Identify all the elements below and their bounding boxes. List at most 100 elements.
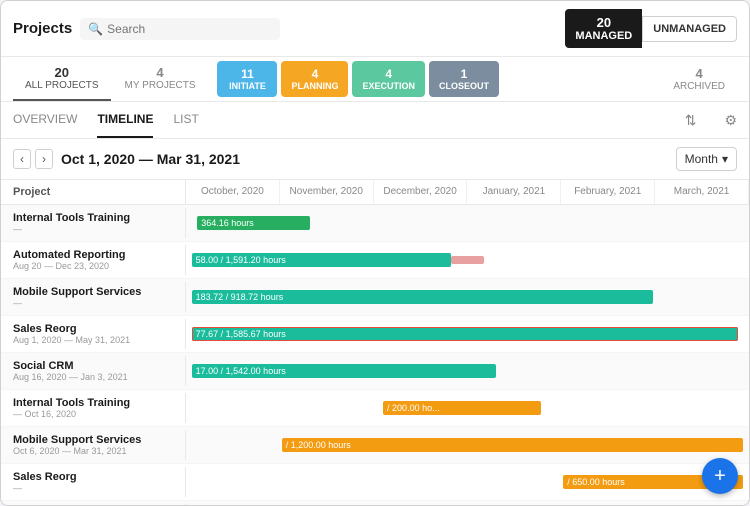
gear-icon[interactable]: ⚙	[724, 112, 737, 129]
managed-button[interactable]: 20 MANAGED	[565, 9, 642, 48]
row-label: Internal Tools Training — Oct 16, 2020	[1, 393, 186, 423]
project-date: —	[13, 224, 173, 234]
archived-label: ARCHIVED	[673, 81, 725, 92]
row-chart: 58.00 / 1,591.20 hours	[186, 242, 749, 278]
search-box[interactable]: 🔍	[80, 18, 280, 40]
planning-count: 4	[312, 67, 319, 81]
row-chart: / 200.00 ho...	[186, 390, 749, 426]
unmanaged-button[interactable]: UNMANAGED	[642, 16, 737, 42]
row-chart: 364.16 hours	[186, 205, 749, 241]
gantt-bar[interactable]: 364.16 hours	[197, 216, 310, 230]
row-label: Sales Reorg Aug 1, 2020 — May 31, 2021	[1, 319, 186, 349]
gantt-bar[interactable]: 58.00 / 1,591.20 hours	[192, 253, 451, 267]
execution-count: 4	[385, 67, 392, 81]
date-range: Oct 1, 2020 — Mar 31, 2021	[61, 151, 240, 167]
tab-archived[interactable]: 4 ARCHIVED	[661, 58, 737, 100]
sub-nav: OVERVIEW TIMELINE LIST ⇅ ⚙	[1, 102, 749, 139]
closeout-count: 1	[461, 67, 468, 81]
closeout-label: CLOSEOUT	[439, 81, 489, 91]
project-name: Mobile Support Services	[13, 434, 173, 446]
tab-planning[interactable]: 4 PLANNING	[281, 61, 348, 97]
gantt-bar[interactable]: / 1,200.00 hours	[282, 438, 744, 452]
sort-icon[interactable]: ⇅	[685, 112, 697, 129]
gantt-bar[interactable]: 183.72 / 918.72 hours	[192, 290, 654, 304]
initiate-count: 11	[241, 67, 254, 81]
project-column-header: Project	[1, 180, 186, 204]
chevron-down-icon: ▾	[722, 152, 728, 166]
all-projects-label: ALL PROJECTS	[25, 80, 99, 91]
my-projects-count: 4	[156, 65, 163, 80]
tab-bar: 20 ALL PROJECTS 4 MY PROJECTS 11 INITIAT…	[1, 57, 749, 102]
gantt-rows: Internal Tools Training — 364.16 hours A…	[1, 205, 749, 505]
sub-nav-timeline[interactable]: TIMELINE	[97, 102, 153, 138]
fab-add-button[interactable]: +	[702, 458, 738, 494]
row-chart: / 1,200.00 hours	[186, 427, 749, 463]
gantt-area: Project October, 2020 November, 2020 Dec…	[1, 180, 749, 505]
tab-initiate[interactable]: 11 INITIATE	[217, 61, 277, 97]
gantt-bar[interactable]: 17.00 / 1,542.00 hours	[192, 364, 496, 378]
table-row: Mobile Support Services — 183.72 / 918.7…	[1, 279, 749, 316]
row-label: Automated Reporting Aug 20 — Dec 23, 202…	[1, 245, 186, 275]
month-dropdown[interactable]: Month ▾	[676, 147, 737, 171]
row-label: Internal Tools Training —	[1, 208, 186, 238]
month-col-0: October, 2020	[186, 180, 280, 204]
view-mode-label: Month	[685, 152, 718, 166]
row-chart: / 400.00 hours	[186, 501, 749, 505]
initiate-label: INITIATE	[229, 81, 266, 91]
project-date: Oct 6, 2020 — Mar 31, 2021	[13, 446, 173, 456]
month-col-4: February, 2021	[561, 180, 655, 204]
phase-tabs: 11 INITIATE 4 PLANNING 4 EXECUTION 1 CLO…	[217, 61, 499, 97]
gantt-bar-secondary	[451, 256, 485, 264]
table-row: Mobile Support Services Oct 6, 2020 — Ma…	[1, 427, 749, 464]
row-label: Mobile Support Services Oct 6, 2020 — Ma…	[1, 430, 186, 460]
tab-my-projects[interactable]: 4 MY PROJECTS	[113, 57, 208, 101]
row-label: Social CRM Aug 16, 2020 — Jan 3, 2021	[1, 356, 186, 386]
project-name: Social CRM	[13, 360, 173, 372]
table-row: Sales Reorg Aug 1, 2020 — May 31, 2021 7…	[1, 316, 749, 353]
month-col-2: December, 2020	[374, 180, 468, 204]
next-button[interactable]: ›	[35, 149, 53, 169]
search-input[interactable]	[107, 22, 272, 36]
tab-execution[interactable]: 4 EXECUTION	[352, 61, 425, 97]
app-container: Projects 🔍 20 MANAGED UNMANAGED 20 ALL P…	[0, 0, 750, 506]
project-name: Internal Tools Training	[13, 397, 173, 409]
row-label: Social CRM —	[1, 504, 186, 505]
row-chart: 17.00 / 1,542.00 hours	[186, 353, 749, 389]
search-icon: 🔍	[88, 22, 103, 36]
tab-all-projects[interactable]: 20 ALL PROJECTS	[13, 57, 111, 101]
row-label: Mobile Support Services —	[1, 282, 186, 312]
project-date: —	[13, 483, 173, 493]
gantt-bar-outline	[192, 327, 738, 341]
execution-label: EXECUTION	[362, 81, 415, 91]
app-title: Projects	[13, 20, 72, 37]
nav-arrows: ‹ ›	[13, 149, 53, 169]
managed-count: 20	[575, 15, 632, 30]
row-label: Sales Reorg —	[1, 467, 186, 497]
project-date: — Oct 16, 2020	[13, 409, 173, 419]
table-row: Social CRM — / 400.00 hours	[1, 501, 749, 505]
project-date: —	[13, 298, 173, 308]
sub-nav-overview[interactable]: OVERVIEW	[13, 102, 77, 138]
managed-label: MANAGED	[575, 30, 632, 42]
project-name: Mobile Support Services	[13, 286, 173, 298]
project-date: Aug 16, 2020 — Jan 3, 2021	[13, 372, 173, 382]
prev-button[interactable]: ‹	[13, 149, 31, 169]
row-chart: 77.67 / 1,585.67 hours	[186, 316, 749, 352]
table-row: Internal Tools Training — Oct 16, 2020 /…	[1, 390, 749, 427]
gantt-columns-header: Project October, 2020 November, 2020 Dec…	[1, 180, 749, 205]
table-row: Sales Reorg — / 650.00 hours	[1, 464, 749, 501]
project-name: Internal Tools Training	[13, 212, 173, 224]
plus-icon: +	[714, 465, 726, 488]
project-date: Aug 1, 2020 — May 31, 2021	[13, 335, 173, 345]
project-name: Sales Reorg	[13, 471, 173, 483]
project-name: Automated Reporting	[13, 249, 173, 261]
table-row: Internal Tools Training — 364.16 hours	[1, 205, 749, 242]
table-row: Automated Reporting Aug 20 — Dec 23, 202…	[1, 242, 749, 279]
sub-nav-list[interactable]: LIST	[173, 102, 198, 138]
tab-closeout[interactable]: 1 CLOSEOUT	[429, 61, 499, 97]
gantt-bar[interactable]: / 200.00 ho...	[383, 401, 541, 415]
project-date: Aug 20 — Dec 23, 2020	[13, 261, 173, 271]
archived-count: 4	[696, 66, 703, 81]
project-name: Sales Reorg	[13, 323, 173, 335]
month-col-1: November, 2020	[280, 180, 374, 204]
